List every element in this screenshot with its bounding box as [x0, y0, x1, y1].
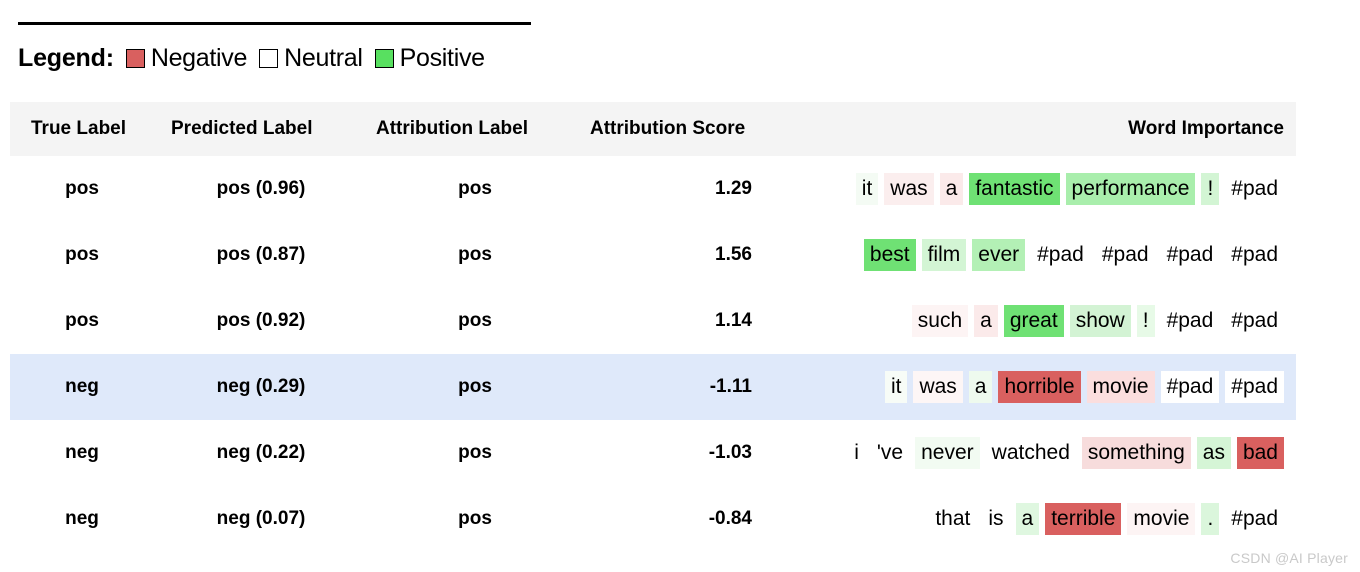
word-token: ! — [1201, 173, 1220, 205]
cell-attribution-label: pos — [458, 442, 492, 463]
legend-swatch-negative-icon — [125, 48, 145, 68]
cell-predicted-label: neg (0.07) — [216, 508, 306, 529]
word-token: was — [884, 173, 934, 205]
word-token: #pad — [1225, 503, 1284, 535]
cell-predicted-label: neg (0.29) — [216, 376, 306, 397]
column-header-true-label: True Label — [31, 118, 127, 139]
column-header-attribution-label: Attribution Label — [376, 118, 528, 139]
table-row[interactable]: pos pos (0.87) pos 1.56 best film ever #pad #pad… — [10, 222, 1296, 288]
cell-attribution-score: -1.03 — [708, 442, 752, 463]
word-token: was — [913, 371, 963, 403]
word-token: movie — [1127, 503, 1196, 535]
table-row[interactable]: pos pos (0.92) pos 1.14 such a great show! #pad #… — [10, 288, 1296, 354]
word-token: i — [848, 437, 865, 469]
table-row[interactable]: pos pos (0.96) pos 1.29 it was a fantastic perfo… — [10, 156, 1296, 222]
cell-attribution-score: 1.14 — [715, 310, 752, 331]
cell-word-importance: best film ever #pad #pad #pad #pad — [863, 222, 1284, 288]
word-token: #pad — [1160, 239, 1220, 271]
column-header-attribution-score: Attribution Score — [590, 118, 746, 139]
cell-word-importance: i've never watched something as bad — [848, 420, 1284, 486]
cell-word-importance: it was a horrible movie #pad #pad — [884, 354, 1284, 420]
word-token: #pad — [1160, 305, 1220, 337]
word-token: it — [884, 371, 908, 403]
word-token: ever — [972, 239, 1026, 271]
cell-predicted-label: pos (0.87) — [216, 244, 306, 265]
cell-word-importance: it was a fantastic performance! #pad — [855, 156, 1284, 222]
column-header-predicted-label: Predicted Label — [171, 118, 313, 139]
legend: Legend: Negative Neutral Positive — [18, 41, 485, 75]
cell-true-label: pos — [65, 244, 99, 265]
word-token: #pad — [1225, 305, 1284, 337]
word-token: as — [1196, 437, 1231, 469]
cell-true-label: pos — [65, 178, 99, 199]
column-header-word-importance: Word Importance — [1128, 118, 1284, 139]
cell-true-label: neg — [65, 376, 99, 397]
word-token: a — [939, 173, 964, 205]
word-token: that — [929, 503, 977, 535]
legend-swatch-neutral-icon — [259, 48, 279, 68]
cell-attribution-label: pos — [458, 310, 492, 331]
word-token: #pad — [1031, 239, 1090, 271]
word-token: a — [974, 305, 998, 337]
cell-attribution-label: pos — [458, 376, 492, 397]
word-token: fantastic — [969, 173, 1060, 205]
word-token: it — [855, 173, 879, 205]
cell-predicted-label: pos (0.92) — [216, 310, 306, 331]
word-token: such — [911, 305, 969, 337]
word-token: never — [915, 437, 980, 469]
word-token: a — [968, 371, 993, 403]
cell-predicted-label: neg (0.22) — [216, 442, 306, 463]
table-row[interactable]: neg neg (0.29) pos -1.11 it was a horrible movie… — [10, 354, 1296, 420]
cell-attribution-score: -1.11 — [709, 376, 752, 397]
legend-divider — [18, 22, 531, 25]
word-token: #pad — [1160, 371, 1220, 403]
word-token: is — [982, 503, 1010, 535]
word-token: great — [1003, 305, 1064, 337]
table-row[interactable]: neg neg (0.07) pos -0.84 that is a terrible movi… — [10, 486, 1296, 552]
cell-word-importance: such a great show! #pad #pad — [911, 288, 1284, 354]
legend-swatch-positive-icon — [374, 48, 394, 68]
legend-label-positive: Positive — [399, 43, 485, 72]
word-token: film — [921, 239, 967, 271]
word-token: ! — [1136, 305, 1155, 337]
word-token: watched — [985, 437, 1076, 469]
word-token: 've — [870, 437, 910, 469]
word-token: #pad — [1225, 239, 1284, 271]
word-token: bad — [1236, 437, 1284, 469]
table-row[interactable]: neg neg (0.22) pos -1.03 i've never watched som… — [10, 420, 1296, 486]
word-token: best — [863, 239, 916, 271]
table-header-row: True Label Predicted Label Attribution L… — [10, 102, 1296, 156]
cell-attribution-score: -0.84 — [708, 508, 752, 529]
legend-label-neutral: Neutral — [284, 43, 363, 72]
word-token: horrible — [998, 371, 1081, 403]
word-token: something — [1081, 437, 1191, 469]
cell-predicted-label: pos (0.96) — [216, 178, 306, 199]
word-token: show — [1069, 305, 1131, 337]
word-token: #pad — [1095, 239, 1155, 271]
attribution-table: True Label Predicted Label Attribution L… — [10, 102, 1296, 552]
word-token: a — [1015, 503, 1040, 535]
cell-true-label: pos — [65, 310, 99, 331]
table-body: pos pos (0.96) pos 1.29 it was a fantastic perfo… — [10, 156, 1296, 552]
cell-true-label: neg — [65, 508, 99, 529]
legend-title: Legend: — [18, 43, 114, 72]
watermark: CSDN @AI Player — [1230, 550, 1348, 566]
word-token: terrible — [1045, 503, 1122, 535]
cell-true-label: neg — [65, 442, 99, 463]
word-token: performance — [1065, 173, 1196, 205]
cell-attribution-label: pos — [458, 178, 492, 199]
cell-word-importance: that is a terrible movie. #pad — [929, 486, 1284, 552]
word-token: movie — [1086, 371, 1155, 403]
legend-label-negative: Negative — [150, 43, 248, 72]
cell-attribution-score: 1.56 — [715, 244, 752, 265]
visualization-page: Legend: Negative Neutral Positive True L… — [0, 0, 1360, 572]
cell-attribution-label: pos — [458, 244, 492, 265]
cell-attribution-score: 1.29 — [715, 178, 752, 199]
word-token: . — [1201, 503, 1220, 535]
cell-attribution-label: pos — [458, 508, 492, 529]
word-token: #pad — [1225, 371, 1284, 403]
word-token: #pad — [1225, 173, 1284, 205]
